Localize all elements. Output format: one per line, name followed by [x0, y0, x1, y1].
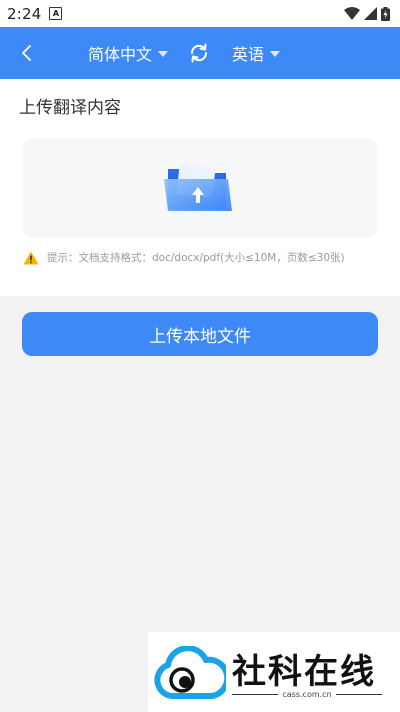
status-indicators	[344, 6, 390, 21]
watermark: 社科在线 cass.com.cn	[148, 632, 400, 712]
caret-down-icon	[270, 51, 281, 57]
battery-icon	[381, 6, 390, 21]
divider	[335, 694, 382, 695]
folder-upload-icon	[164, 164, 232, 211]
warning-icon	[23, 251, 39, 264]
watermark-url-row: cass.com.cn	[232, 690, 382, 699]
notification-icon: A	[49, 7, 63, 20]
swap-languages-icon[interactable]	[188, 42, 210, 64]
tip-row: 提示：文档支持格式：doc/docx/pdf(大小≤10M，页数≤30张)	[23, 250, 345, 265]
divider	[232, 694, 279, 695]
upload-dropzone[interactable]	[23, 138, 377, 238]
caret-down-icon	[158, 51, 169, 57]
cloud-eye-logo-icon	[154, 646, 226, 699]
watermark-brand: 社科在线	[232, 652, 376, 692]
source-language-label: 简体中文	[88, 45, 153, 64]
chevron-left-icon	[22, 45, 31, 61]
upload-local-file-button[interactable]: 上传本地文件	[22, 312, 378, 356]
upload-section: 上传翻译内容 提示：文档支持格式：doc/docx/pdf(大小≤10M，页数≤…	[0, 79, 400, 296]
wifi-icon	[344, 7, 360, 20]
section-title: 上传翻译内容	[19, 98, 121, 118]
target-language-label: 英语	[232, 45, 265, 64]
watermark-url: cass.com.cn	[282, 690, 332, 699]
format-tip: 提示：文档支持格式：doc/docx/pdf(大小≤10M，页数≤30张)	[47, 252, 345, 264]
back-button[interactable]	[14, 41, 38, 65]
target-language-selector[interactable]: 英语	[232, 27, 281, 79]
app-screen: 2:24 A 简体中文 英语 上传翻译内容 提示：文档支持格式：doc/docx…	[0, 0, 400, 712]
cellular-signal-icon	[364, 7, 377, 20]
source-language-selector[interactable]: 简体中文	[88, 27, 169, 79]
status-time: 2:24	[7, 4, 42, 23]
status-bar: 2:24 A	[0, 0, 400, 27]
app-header: 简体中文 英语	[0, 27, 400, 79]
